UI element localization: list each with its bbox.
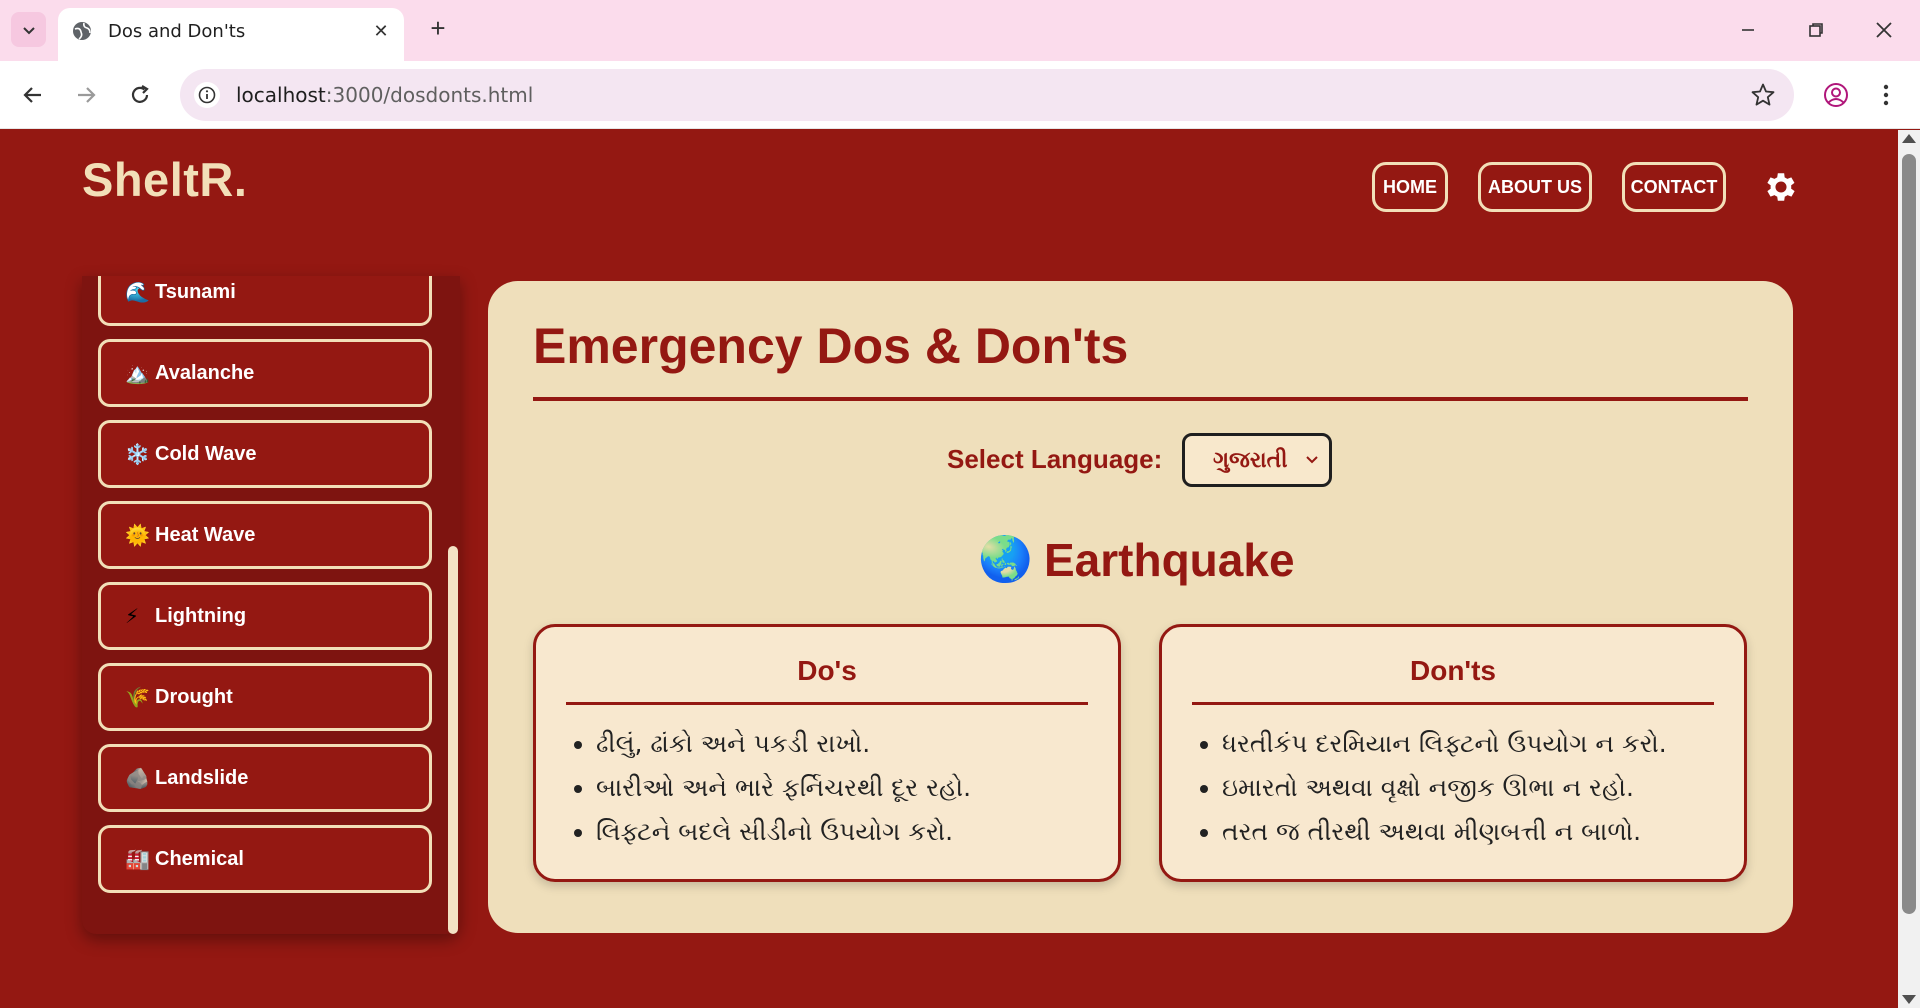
- arrow-right-icon: [78, 87, 96, 103]
- sidebar-item-heat-wave[interactable]: 🌞 Heat Wave: [98, 501, 432, 569]
- list-item: બારીઓ અને ભારે ફર્નિચરથી દૂર રહો.: [596, 766, 971, 810]
- title-divider: [533, 397, 1748, 401]
- rock-icon: 🪨: [125, 767, 150, 790]
- sidebar-item-label: Drought: [155, 685, 233, 708]
- close-icon: [1876, 22, 1892, 38]
- kebab-menu-icon: [1883, 84, 1889, 106]
- page-scrollbar-thumb[interactable]: [1902, 154, 1916, 914]
- gear-icon[interactable]: [1762, 168, 1800, 206]
- donts-title: Don'ts: [1410, 655, 1496, 686]
- sidebar-item-avalanche[interactable]: 🏔️ Avalanche: [98, 339, 432, 407]
- new-tab-button[interactable]: +: [424, 13, 452, 43]
- sidebar-item-drought[interactable]: 🌾 Drought: [98, 663, 432, 731]
- close-window-button[interactable]: [1864, 14, 1904, 46]
- tab-close-icon[interactable]: ✕: [370, 20, 392, 42]
- sidebar-item-label: Heat Wave: [155, 523, 256, 546]
- scroll-down-arrow-icon[interactable]: [1902, 995, 1916, 1004]
- url-path: :3000/dosdonts.html: [325, 83, 534, 107]
- forward-button[interactable]: [68, 77, 104, 113]
- sidebar-item-lightning[interactable]: ⚡ Lightning: [98, 582, 432, 650]
- back-button[interactable]: [15, 77, 51, 113]
- globe-icon: [73, 22, 91, 40]
- sidebar-item-label: Landslide: [155, 766, 249, 789]
- language-label: Select Language:: [947, 444, 1163, 474]
- url-text[interactable]: localhost:3000/dosdonts.html: [236, 83, 533, 107]
- browser-tab-strip: Dos and Don'ts ✕ +: [0, 0, 1920, 61]
- page-title: Emergency Dos & Don'ts: [533, 318, 1129, 374]
- site-logo[interactable]: SheltR.: [82, 152, 247, 207]
- dos-list: ઢીલું, ઢાંકો અને પકડી રાખો. બારીઓ અને ભા…: [596, 722, 971, 854]
- minimize-icon: [1742, 29, 1754, 31]
- profile-button[interactable]: [1818, 77, 1854, 113]
- page-scrollbar[interactable]: [1898, 130, 1920, 1008]
- globe-icon: 🌏: [978, 535, 1033, 584]
- nav-home[interactable]: HOME: [1372, 162, 1448, 212]
- list-item: ઢીલું, ઢાંકો અને પકડી રાખો.: [596, 722, 971, 766]
- nav-about-us[interactable]: ABOUT US: [1478, 162, 1592, 212]
- donts-panel: Don'ts ધરતીકંપ દરમિયાન લિફ્ટનો ઉપયોગ ન ક…: [1159, 624, 1747, 882]
- tab-search-button[interactable]: [11, 12, 46, 47]
- factory-icon: 🏭: [125, 848, 150, 871]
- dos-divider: [566, 702, 1088, 705]
- site-info-button[interactable]: [194, 82, 220, 108]
- dos-donts-card: Emergency Dos & Don'ts Select Language: …: [488, 281, 1793, 933]
- minimize-button[interactable]: [1728, 14, 1768, 46]
- browser-tab-active[interactable]: Dos and Don'ts ✕: [58, 8, 404, 61]
- sun-icon: 🌞: [125, 524, 150, 547]
- list-item: લિફ્ટને બદલે સીડીનો ઉપયોગ કરો.: [596, 810, 971, 854]
- address-bar[interactable]: localhost:3000/dosdonts.html: [180, 69, 1794, 121]
- sidebar-item-tsunami[interactable]: 🌊 Tsunami: [98, 276, 432, 326]
- list-item: ધરતીકંપ દરમિયાન લિફ્ટનો ઉપયોગ ન કરો.: [1222, 722, 1667, 766]
- sidebar-scrollbar-thumb[interactable]: [448, 546, 458, 934]
- list-item: ઇમારતો અથવા વૃક્ષો નજીક ઊભા ન રહો.: [1222, 766, 1667, 810]
- disaster-sidebar: 🌊 Tsunami 🏔️ Avalanche ❄️ Cold Wave 🌞 He…: [82, 276, 460, 934]
- reload-button[interactable]: [122, 77, 158, 113]
- sidebar-item-label: Tsunami: [155, 280, 236, 303]
- sidebar-item-label: Lightning: [155, 604, 247, 627]
- sidebar-item-chemical[interactable]: 🏭 Chemical: [98, 825, 432, 893]
- reload-icon: [131, 85, 149, 103]
- snowflake-icon: ❄️: [125, 443, 150, 466]
- chevron-down-icon: [22, 26, 35, 34]
- sidebar-item-landslide[interactable]: 🪨 Landslide: [98, 744, 432, 812]
- restore-button[interactable]: [1796, 14, 1836, 46]
- info-icon: [198, 86, 216, 104]
- profile-icon: [1824, 83, 1848, 107]
- wheat-icon: 🌾: [125, 686, 150, 709]
- donts-list: ધરતીકંપ દરમિયાન લિફ્ટનો ઉપયોગ ન કરો. ઇમા…: [1222, 722, 1667, 854]
- scroll-up-arrow-icon[interactable]: [1902, 134, 1916, 143]
- chevron-down-icon: [1306, 456, 1318, 464]
- wave-icon: 🌊: [125, 281, 150, 304]
- dos-title: Do's: [797, 655, 857, 686]
- browser-menu-button[interactable]: [1872, 77, 1900, 113]
- sidebar-item-label: Avalanche: [155, 361, 255, 384]
- nav-contact[interactable]: CONTACT: [1622, 162, 1726, 212]
- list-item: તરત જ તીરથી અથવા મીણબત્તી ન બાળો.: [1222, 810, 1667, 854]
- mountain-icon: 🏔️: [125, 362, 150, 385]
- tab-title: Dos and Don'ts: [108, 21, 246, 42]
- language-selected-value: ગુજરાતી: [1213, 447, 1288, 472]
- disaster-title: Earthquake: [1044, 534, 1295, 586]
- url-host: localhost: [236, 83, 326, 107]
- donts-divider: [1192, 702, 1714, 705]
- arrow-left-icon: [23, 87, 41, 103]
- sidebar-item-label: Cold Wave: [155, 442, 257, 465]
- restore-icon: [1809, 23, 1823, 37]
- lightning-icon: ⚡: [125, 605, 140, 628]
- dos-panel: Do's ઢીલું, ઢાંકો અને પકડી રાખો. બારીઓ અ…: [533, 624, 1121, 882]
- bookmark-star-icon[interactable]: [1750, 82, 1776, 108]
- sidebar-item-cold-wave[interactable]: ❄️ Cold Wave: [98, 420, 432, 488]
- browser-toolbar: localhost:3000/dosdonts.html: [0, 61, 1920, 129]
- sidebar-item-label: Chemical: [155, 847, 244, 870]
- language-select[interactable]: ગુજરાતી: [1182, 433, 1332, 487]
- page-viewport: SheltR. HOME ABOUT US CONTACT 🌊 Tsunami …: [0, 130, 1898, 1008]
